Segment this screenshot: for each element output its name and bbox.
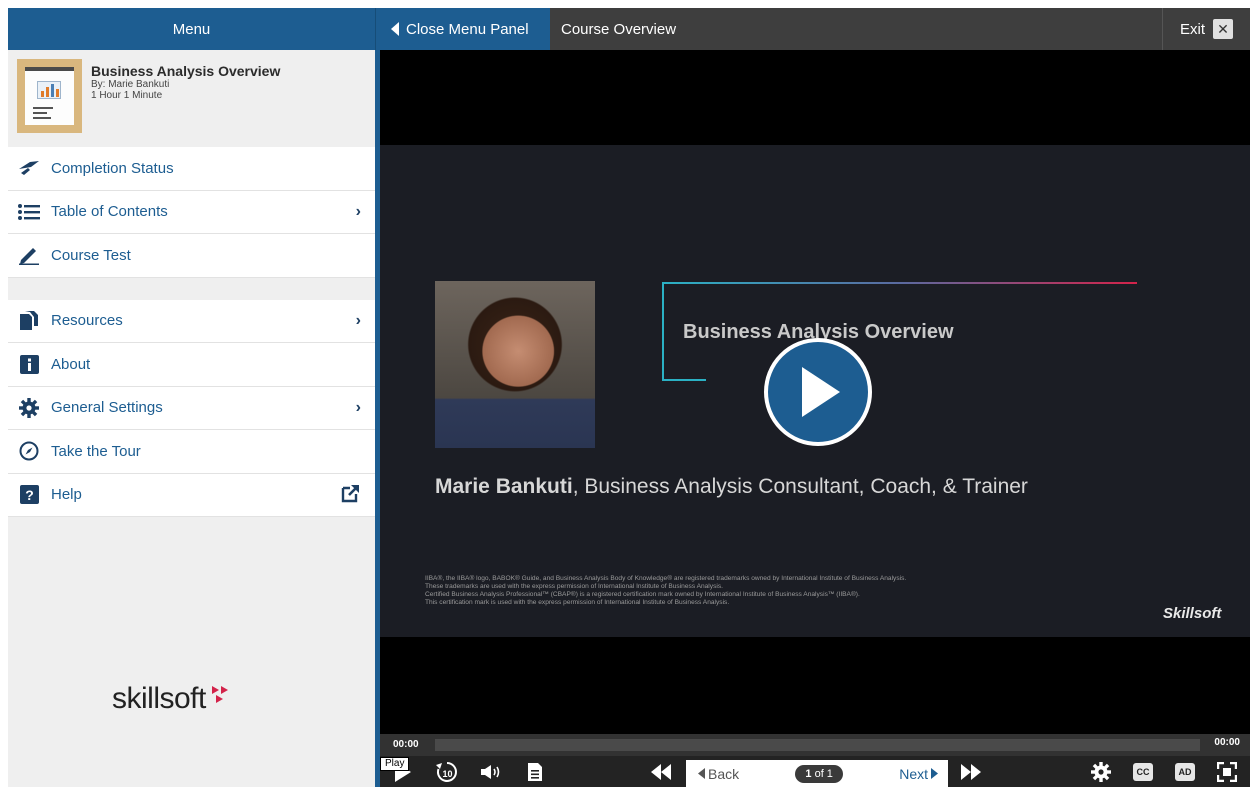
fast-forward-icon (961, 763, 981, 780)
time-total: 00:00 (1214, 737, 1240, 748)
fullscreen-button[interactable] (1212, 756, 1242, 787)
menu-panel: Business Analysis Overview By: Marie Ban… (8, 50, 375, 787)
rewind-seconds: 10 (442, 769, 452, 779)
next-button[interactable]: Next (899, 766, 938, 782)
top-bar: Menu Close Menu Panel Course Overview Ex… (8, 8, 1250, 50)
chevron-right-icon: › (355, 398, 361, 416)
menu-item-label: Help (51, 486, 82, 504)
info-icon (18, 353, 40, 375)
documents-icon (18, 310, 40, 332)
transcript-button[interactable] (520, 756, 550, 787)
page-title: Course Overview (550, 8, 1162, 50)
fast-back-icon (651, 763, 671, 780)
trademark-notice: IIBA®, the IIBA® logo, BABOK® Guide, and… (425, 575, 1145, 607)
menu-item-course-test[interactable]: Course Test (8, 234, 375, 278)
menu-item-completion-status[interactable]: Completion Status (8, 147, 375, 191)
caret-left-icon (698, 768, 705, 779)
close-menu-panel-label: Close Menu Panel (406, 20, 529, 38)
back-button[interactable]: Back (698, 766, 739, 782)
rewind-10-icon: 10 (436, 761, 457, 782)
settings-button[interactable] (1086, 756, 1116, 787)
menu-list-secondary: Resources › About General Settings › Tak… (8, 299, 375, 517)
closed-captions-button[interactable]: CC (1128, 756, 1158, 787)
audio-description-label: AD (1175, 762, 1195, 781)
time-current: 00:00 (393, 739, 419, 750)
slide-skillsoft-logo: Skillsoft (1163, 605, 1222, 622)
big-play-button[interactable] (764, 338, 872, 446)
list-icon (18, 201, 40, 223)
compass-icon (18, 440, 40, 462)
previous-page-button[interactable] (646, 756, 676, 787)
next-label: Next (899, 765, 928, 782)
rewind-10-button[interactable]: 10 (432, 756, 462, 787)
gear-icon (18, 397, 40, 419)
menu-item-label: General Settings (51, 399, 163, 417)
close-menu-panel-button[interactable]: Close Menu Panel (375, 8, 550, 50)
close-icon: ✕ (1213, 19, 1233, 39)
svg-text:?: ? (25, 487, 34, 503)
presenter-name: Marie Bankuti (435, 475, 573, 498)
page-indicator: 1 of 1 (795, 764, 843, 783)
menu-divider (8, 277, 375, 300)
completion-icon (18, 157, 40, 179)
menu-list-primary: Completion Status Table of Contents › Co… (8, 147, 375, 278)
menu-header-label: Menu (172, 20, 211, 38)
menu-item-label: Resources (51, 312, 123, 330)
menu-item-help[interactable]: ? Help (8, 473, 375, 517)
chevron-right-icon: › (355, 311, 361, 329)
menu-item-take-the-tour[interactable]: Take the Tour (8, 430, 375, 474)
course-title: Business Analysis Overview (91, 63, 281, 79)
page-navigator: Back 1 of 1 Next (686, 760, 948, 787)
fullscreen-icon (1217, 761, 1237, 782)
transcript-icon (528, 762, 542, 781)
presenter-role: , Business Analysis Consultant, Coach, &… (572, 475, 1028, 498)
course-slide: Business Analysis Overview Marie Bankuti… (380, 145, 1250, 637)
caret-left-icon (391, 22, 399, 36)
player-controls: 10 Back 1 of 1 Next CC AD (380, 756, 1250, 787)
menu-item-label: Table of Contents (51, 203, 168, 221)
skillsoft-logo-mark (212, 686, 228, 703)
chevron-right-icon: › (355, 202, 361, 220)
trademark-line: These trademarks are used with the expre… (425, 583, 723, 590)
next-page-button[interactable] (956, 756, 986, 787)
trademark-line: Certified Business Analysis Professional… (425, 591, 860, 598)
page-current: 1 (805, 767, 812, 780)
skillsoft-logo: skillsoft (112, 682, 206, 715)
trademark-line: This certification mark is used with the… (425, 599, 730, 606)
exit-button[interactable]: Exit ✕ (1162, 8, 1250, 50)
course-author: By: Marie Bankuti (91, 79, 170, 90)
audio-description-button[interactable]: AD (1170, 756, 1200, 787)
caret-right-icon (931, 768, 938, 779)
menu-header: Menu (8, 8, 375, 50)
play-tooltip: Play (380, 757, 410, 771)
course-duration: 1 Hour 1 Minute (91, 90, 163, 101)
menu-item-about[interactable]: About (8, 343, 375, 387)
question-icon: ? (18, 484, 40, 506)
menu-item-label: Take the Tour (51, 442, 141, 460)
exit-label: Exit (1179, 20, 1205, 38)
course-card: Business Analysis Overview By: Marie Ban… (8, 50, 375, 147)
page-title-text: Course Overview (561, 20, 677, 38)
menu-item-label: About (51, 355, 91, 373)
menu-item-resources[interactable]: Resources › (8, 299, 375, 343)
seek-track[interactable] (435, 739, 1200, 751)
play-icon (802, 367, 840, 417)
menu-item-label: Completion Status (51, 159, 174, 177)
presenter-caption: Marie Bankuti, Business Analysis Consult… (435, 475, 1028, 499)
menu-item-general-settings[interactable]: General Settings › (8, 386, 375, 430)
volume-icon (481, 764, 500, 779)
page-of: of 1 (814, 767, 833, 780)
menu-item-label: Course Test (51, 246, 131, 264)
gear-icon (1091, 761, 1111, 782)
closed-captions-label: CC (1133, 762, 1153, 781)
volume-button[interactable] (476, 756, 506, 787)
progress-bar: 00:00 00:00 (380, 734, 1250, 756)
menu-item-table-of-contents[interactable]: Table of Contents › (8, 190, 375, 234)
back-label: Back (708, 765, 740, 782)
presenter-photo (435, 281, 595, 448)
course-thumbnail (17, 59, 82, 133)
trademark-line: IIBA®, the IIBA® logo, BABOK® Guide, and… (425, 575, 907, 582)
pencil-icon (18, 244, 40, 266)
external-link-icon (341, 483, 361, 507)
